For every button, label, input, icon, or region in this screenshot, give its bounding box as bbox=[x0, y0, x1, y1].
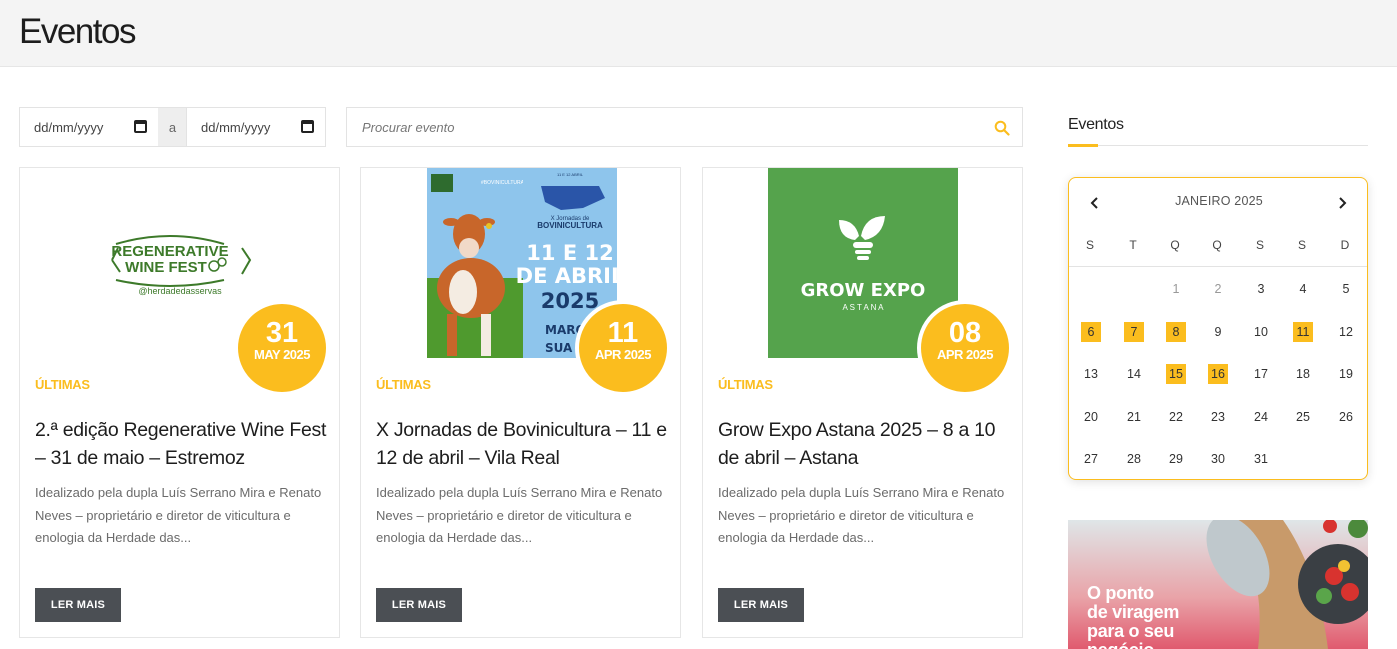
badge-day: 08 bbox=[948, 317, 982, 349]
search-icon[interactable] bbox=[994, 120, 1010, 136]
date-range-separator: a bbox=[158, 107, 187, 147]
calendar-day: 18 bbox=[1296, 367, 1310, 381]
sidebar-title: Eventos bbox=[1068, 116, 1124, 133]
calendar-weekday: Q bbox=[1212, 238, 1222, 252]
poster-date-2: DE ABRIL bbox=[516, 264, 625, 288]
poster-side-note: #BOVINICULTURA bbox=[481, 180, 525, 186]
date-badge: 08 APR 2025 bbox=[917, 300, 1013, 396]
date-from-placeholder: dd/mm/yyyy bbox=[34, 119, 104, 135]
event-category[interactable]: ÚLTIMAS bbox=[376, 377, 431, 392]
date-from-input[interactable]: dd/mm/yyyy bbox=[19, 107, 159, 147]
calendar-day-with-event[interactable]: 16 bbox=[1208, 364, 1228, 384]
calendar-day: 30 bbox=[1211, 452, 1225, 466]
calendar-day: 17 bbox=[1254, 367, 1268, 381]
event-card: #BOVINICULTURA 11 E 12 ABRIL X Jornadas … bbox=[360, 167, 681, 638]
calendar-day: 25 bbox=[1296, 410, 1310, 424]
event-excerpt: Idealizado pela dupla Luís Serrano Mira … bbox=[376, 485, 663, 545]
calendar-day-with-event[interactable]: 7 bbox=[1124, 322, 1144, 342]
sidebar-ad-banner[interactable]: O ponto de viragem para o seu negócio bbox=[1068, 520, 1368, 649]
ad-line-4: negócio bbox=[1087, 641, 1179, 649]
event-card: GROW EXPO A S T A N A 08 APR 2025 ÚLTIMA… bbox=[702, 167, 1023, 638]
read-more-button[interactable]: LER MAIS bbox=[376, 588, 462, 622]
logo-handle: @herdadedasservas bbox=[138, 286, 222, 296]
badge-month: APR 2025 bbox=[595, 347, 651, 362]
poster-year: 2025 bbox=[541, 289, 599, 313]
calendar-day: 28 bbox=[1127, 452, 1141, 466]
ad-line-2: de viragem bbox=[1087, 602, 1180, 622]
read-more-button[interactable]: LER MAIS bbox=[35, 588, 121, 622]
page-title: Eventos bbox=[19, 12, 136, 51]
calendar-day: 1 bbox=[1172, 282, 1180, 296]
calendar-day: 10 bbox=[1254, 325, 1268, 339]
event-category[interactable]: ÚLTIMAS bbox=[35, 377, 90, 392]
calendar-day: 3 bbox=[1257, 282, 1265, 296]
logo-main: GROW EXPO bbox=[801, 280, 926, 301]
event-title[interactable]: 2.ª edição Regenerative Wine Fest – 31 d… bbox=[35, 416, 330, 472]
calendar-weekday: S bbox=[1297, 238, 1306, 252]
sidebar-divider-accent bbox=[1068, 144, 1098, 147]
calendar-weekday: Q bbox=[1170, 238, 1180, 252]
calendar-day: 20 bbox=[1084, 410, 1098, 424]
calendar-day: 31 bbox=[1254, 452, 1268, 466]
calendar-divider bbox=[1069, 266, 1367, 267]
event-category[interactable]: ÚLTIMAS bbox=[718, 377, 773, 392]
date-badge: 31 MAY 2025 bbox=[234, 300, 330, 396]
poster-top-note: 11 E 12 ABRIL bbox=[557, 172, 584, 177]
calendar-day: 12 bbox=[1339, 325, 1353, 339]
calendar-day: 24 bbox=[1254, 410, 1268, 424]
calendar-weekday: S bbox=[1255, 238, 1264, 252]
calendar-weekday: T bbox=[1129, 238, 1137, 252]
calendar-day: 27 bbox=[1084, 452, 1098, 466]
calendar-day: 9 bbox=[1214, 325, 1222, 339]
poster-date-1: 11 E 12 bbox=[526, 241, 613, 265]
page-header: Eventos bbox=[0, 0, 1397, 67]
date-to-input[interactable]: dd/mm/yyyy bbox=[186, 107, 326, 147]
calendar-day-with-event[interactable]: 15 bbox=[1166, 364, 1186, 384]
sidebar-divider bbox=[1068, 145, 1368, 146]
event-excerpt: Idealizado pela dupla Luís Serrano Mira … bbox=[718, 485, 1005, 545]
badge-day: 11 bbox=[607, 317, 639, 349]
logo-sub: A S T A N A bbox=[842, 303, 884, 312]
calendar-day-with-event[interactable]: 6 bbox=[1081, 322, 1101, 342]
ad-headline: O ponto de viragem para o seu negócio bbox=[1087, 584, 1179, 649]
search-input[interactable] bbox=[347, 108, 967, 146]
event-search bbox=[346, 107, 1023, 147]
ad-line-3: para o seu bbox=[1087, 621, 1175, 641]
logo-line-1: REGENERATIVE bbox=[111, 243, 228, 260]
read-more-button[interactable]: LER MAIS bbox=[718, 588, 804, 622]
date-to-placeholder: dd/mm/yyyy bbox=[201, 119, 271, 135]
event-title[interactable]: Grow Expo Astana 2025 – 8 a 10 de abril … bbox=[718, 416, 1013, 472]
date-badge: 11 APR 2025 bbox=[575, 300, 671, 396]
calendar-icon[interactable] bbox=[301, 120, 314, 133]
calendar-day: 13 bbox=[1084, 367, 1098, 381]
badge-month: MAY 2025 bbox=[254, 347, 311, 362]
calendar-day-with-event[interactable]: 11 bbox=[1293, 322, 1313, 342]
calendar-icon[interactable] bbox=[134, 120, 147, 133]
calendar-day: 14 bbox=[1127, 367, 1141, 381]
calendar-day: 23 bbox=[1211, 410, 1225, 424]
calendar-day: 2 bbox=[1214, 282, 1222, 296]
calendar-day: 22 bbox=[1169, 410, 1183, 424]
calendar-day-with-event[interactable]: 8 bbox=[1166, 322, 1186, 342]
event-excerpt: Idealizado pela dupla Luís Serrano Mira … bbox=[35, 485, 322, 545]
event-title[interactable]: X Jornadas de Bovinicultura – 11 e 12 de… bbox=[376, 416, 671, 472]
calendar-day: 19 bbox=[1339, 367, 1353, 381]
calendar-weekday: D bbox=[1340, 238, 1350, 252]
poster-big: BOVINICULTURA bbox=[537, 221, 603, 230]
calendar-month-label: JANEIRO 2025 bbox=[1175, 194, 1263, 208]
calendar-day: 21 bbox=[1127, 410, 1141, 424]
calendar-day: 26 bbox=[1339, 410, 1353, 424]
calendar-day: 5 bbox=[1342, 282, 1350, 296]
calendar-day: 29 bbox=[1169, 452, 1183, 466]
badge-month: APR 2025 bbox=[937, 347, 993, 362]
events-calendar: JANEIRO 2025 STQQSSD 1 2 3 4 5 6 7 8 9 10 11 12 13 14… bbox=[1068, 177, 1368, 480]
ad-line-1: O ponto bbox=[1087, 583, 1154, 603]
event-card: REGENERATIVE WINE FEST @herdadedasservas… bbox=[19, 167, 340, 638]
chevron-right-icon[interactable] bbox=[1335, 196, 1349, 210]
calendar-day: 4 bbox=[1299, 282, 1307, 296]
badge-day: 31 bbox=[265, 317, 299, 349]
logo-line-2: WINE FEST bbox=[125, 259, 207, 276]
calendar-weekday: S bbox=[1085, 238, 1094, 252]
